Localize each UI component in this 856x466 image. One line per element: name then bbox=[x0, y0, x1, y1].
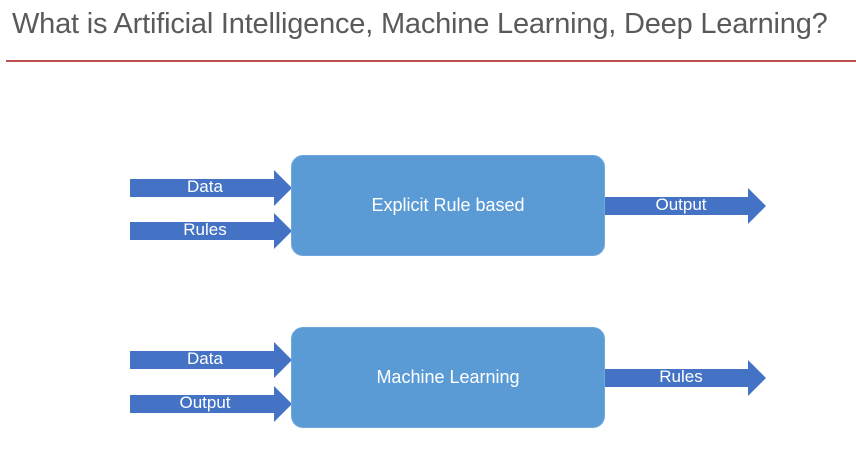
arrow-label: Rules bbox=[183, 220, 227, 239]
explicit-rule-box: Explicit Rule based bbox=[291, 155, 605, 256]
output-arrow-rules: Rules bbox=[605, 360, 766, 396]
arrow-label: Rules bbox=[659, 367, 703, 386]
title-divider bbox=[6, 60, 856, 62]
machine-learning-box: Machine Learning bbox=[291, 327, 605, 428]
input-arrow-rules: Rules bbox=[130, 213, 292, 249]
input-arrow-data: Data bbox=[130, 342, 292, 378]
output-arrow-output: Output bbox=[605, 188, 766, 224]
arrow-label: Data bbox=[187, 177, 223, 196]
slide-title: What is Artificial Intelligence, Machine… bbox=[12, 8, 828, 40]
input-arrow-output: Output bbox=[130, 386, 292, 422]
arrow-label: Output bbox=[179, 393, 231, 412]
input-arrow-data: Data bbox=[130, 170, 292, 206]
arrow-label: Output bbox=[655, 195, 707, 214]
arrow-label: Data bbox=[187, 349, 223, 368]
